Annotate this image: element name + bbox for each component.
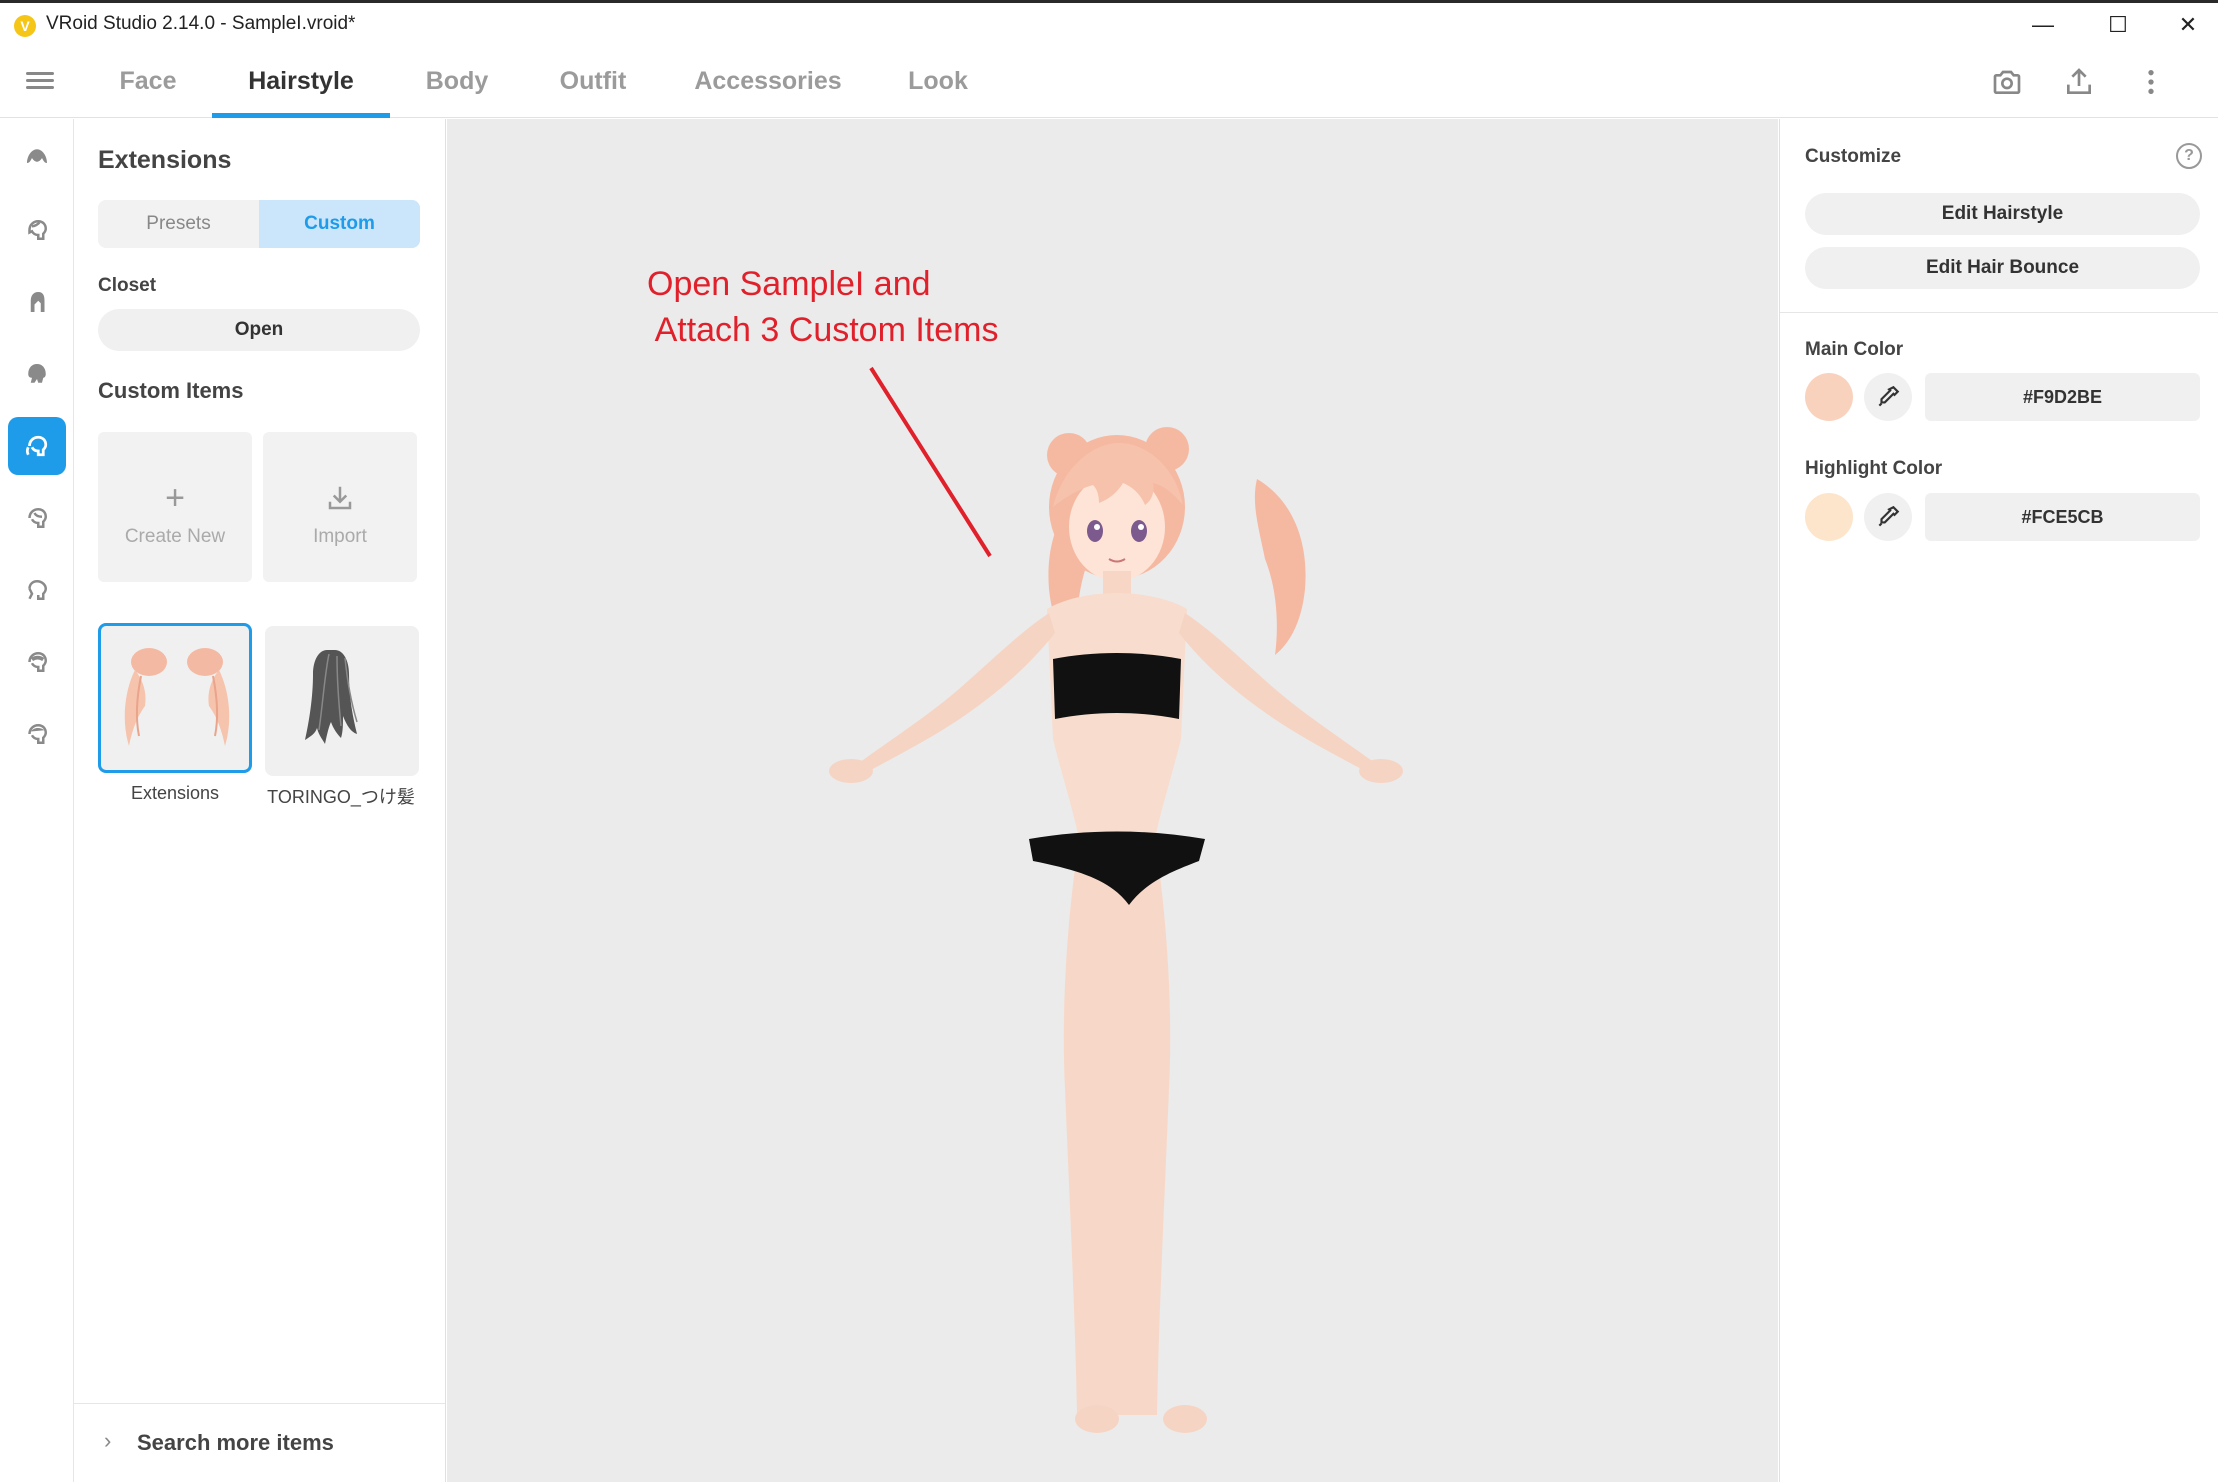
highlight-color-eyedropper-icon[interactable] <box>1864 493 1912 541</box>
tab-accessories[interactable]: Accessories <box>690 46 846 118</box>
more-vertical-icon[interactable] <box>2134 66 2168 100</box>
model-viewport[interactable]: Open SampleI and Attach 3 Custom Items <box>447 119 1778 1482</box>
main-color-swatch[interactable] <box>1805 373 1853 421</box>
maximize-button[interactable]: ☐ <box>2083 3 2153 47</box>
window-title: VRoid Studio 2.14.0 - SampleI.vroid* <box>46 13 356 34</box>
main-color-label: Main Color <box>1805 339 1904 360</box>
extensions-icon[interactable] <box>8 417 66 475</box>
customize-panel: Customize ? Edit Hairstyle Edit Hair Bou… <box>1779 119 2218 1482</box>
tab-body[interactable]: Body <box>416 46 498 118</box>
import-icon <box>263 478 417 518</box>
avatar-model <box>829 366 1403 1433</box>
search-more-label: Search more items <box>137 1430 334 1455</box>
panel-title: Extensions <box>98 146 232 174</box>
plus-icon: + <box>165 479 185 517</box>
create-new-label: Create New <box>124 526 226 547</box>
annotation-arrow <box>869 366 992 558</box>
custom-tab[interactable]: Custom <box>259 200 420 248</box>
chevron-right-icon: › <box>104 1428 112 1453</box>
import-label: Import <box>313 526 367 547</box>
toringo-item-label: TORINGO_つけ髪 <box>267 787 415 807</box>
toringo-item-thumbnail[interactable] <box>265 626 419 776</box>
menu-icon[interactable] <box>26 68 54 96</box>
import-button[interactable]: Import <box>263 432 417 582</box>
search-more-items[interactable]: › Search more items <box>74 1403 445 1482</box>
close-button[interactable]: ✕ <box>2153 3 2218 47</box>
side-hair-icon[interactable] <box>8 345 66 403</box>
highlight-color-swatch[interactable] <box>1805 493 1853 541</box>
edit-hair-bounce-button[interactable]: Edit Hair Bounce <box>1805 247 2200 289</box>
main-tab-bar: Face Hairstyle Body Outfit Accessories L… <box>0 46 2218 118</box>
minimize-button[interactable]: — <box>2008 3 2078 47</box>
extensions-item-thumbnail[interactable] <box>98 623 252 773</box>
hair-style-icon[interactable] <box>8 633 66 691</box>
main-color-hex-field[interactable]: #F9D2BE <box>1925 373 2200 421</box>
presets-tab[interactable]: Presets <box>98 200 259 248</box>
tab-face[interactable]: Face <box>110 46 186 118</box>
help-icon[interactable]: ? <box>2176 143 2202 169</box>
back-hair-icon[interactable] <box>8 273 66 331</box>
vroid-logo-icon: V <box>14 15 36 37</box>
customize-label: Customize <box>1805 146 1902 167</box>
extensions-item-label: Extensions <box>130 783 220 803</box>
divider <box>1780 312 2218 313</box>
closet-open-button[interactable]: Open <box>98 309 420 351</box>
ahoge-icon[interactable] <box>8 489 66 547</box>
camera-icon[interactable] <box>1990 66 2024 100</box>
highlight-color-label: Highlight Color <box>1805 458 1943 479</box>
extensions-panel: Extensions Presets Custom Closet Open Cu… <box>74 119 446 1482</box>
edit-hairstyle-button[interactable]: Edit Hairstyle <box>1805 193 2200 235</box>
export-icon[interactable] <box>2062 66 2096 100</box>
hair-base-icon[interactable] <box>8 129 66 187</box>
highlight-color-hex-field[interactable]: #FCE5CB <box>1925 493 2200 541</box>
hair-accent-icon[interactable] <box>8 561 66 619</box>
tab-outfit[interactable]: Outfit <box>548 46 638 118</box>
hair-part-rail <box>0 119 74 1482</box>
front-hair-icon[interactable] <box>8 201 66 259</box>
presets-custom-toggle: Presets Custom <box>98 200 420 248</box>
hair-other-icon[interactable] <box>8 705 66 763</box>
title-bar: V VRoid Studio 2.14.0 - SampleI.vroid* —… <box>0 0 2218 46</box>
tab-look[interactable]: Look <box>900 46 976 118</box>
closet-label: Closet <box>98 275 157 296</box>
main-color-eyedropper-icon[interactable] <box>1864 373 1912 421</box>
tab-hairstyle[interactable]: Hairstyle <box>212 46 390 118</box>
custom-items-heading: Custom Items <box>98 378 244 403</box>
create-new-button[interactable]: + Create New <box>98 432 252 582</box>
